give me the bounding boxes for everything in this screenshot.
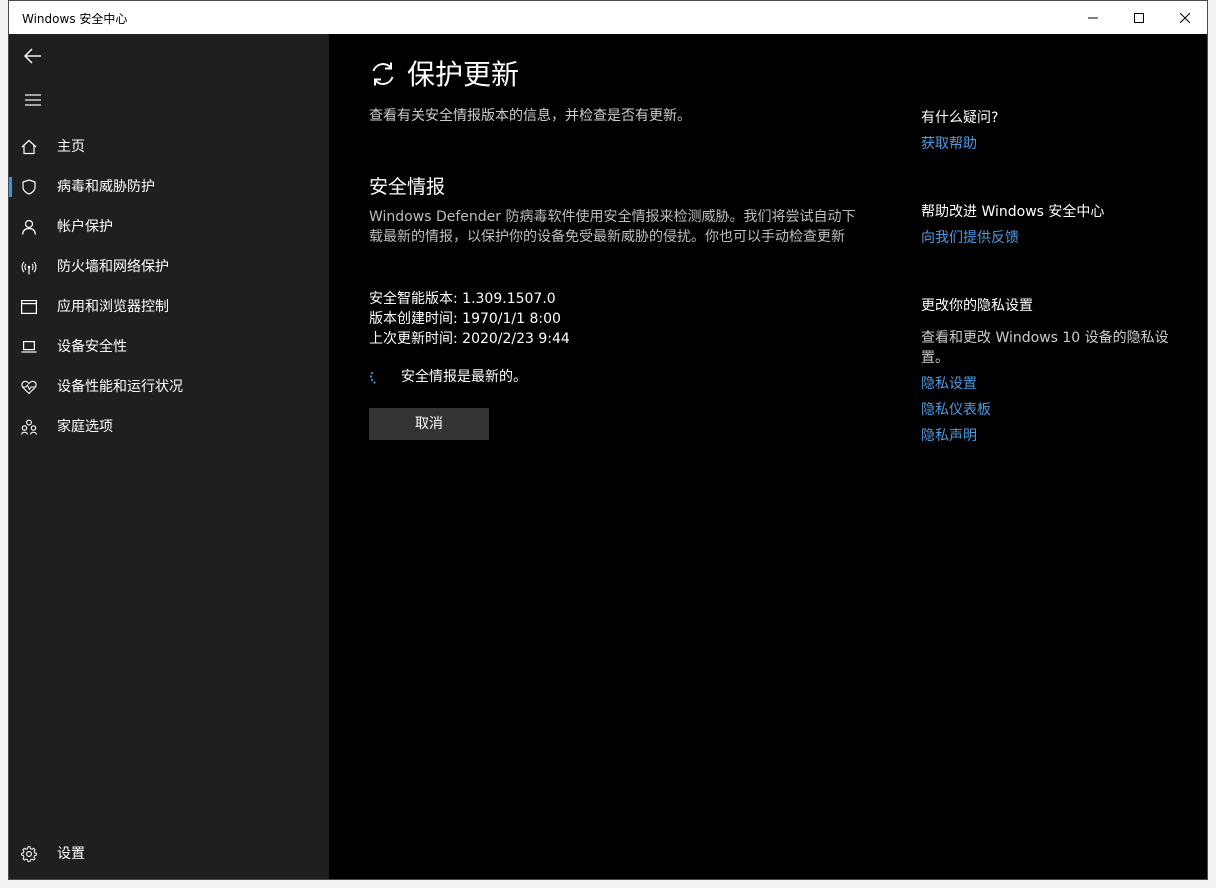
selected-indicator — [9, 177, 12, 197]
privacy-title: 更改你的隐私设置 — [921, 298, 1033, 314]
privacy-statement-link[interactable]: 隐私声明 — [921, 426, 977, 446]
feedback-link[interactable]: 向我们提供反馈 — [921, 228, 1019, 248]
window-title: Windows 安全中心 — [22, 12, 128, 26]
close-icon — [1180, 12, 1190, 23]
sidebar-item-account-protection[interactable]: 帐户保护 — [9, 207, 329, 247]
sidebar-item-label: 帐户保护 — [57, 219, 113, 235]
heart-pulse-icon — [21, 380, 37, 395]
page-title: 保护更新 — [407, 58, 520, 91]
sidebar-item-label: 病毒和威胁防护 — [57, 179, 155, 195]
sidebar-item-label: 设置 — [57, 846, 85, 862]
menu-button[interactable] — [13, 84, 53, 116]
loading-spinner-icon — [369, 371, 376, 384]
hamburger-icon — [25, 94, 41, 106]
privacy-dashboard-link[interactable]: 隐私仪表板 — [921, 400, 991, 420]
title-bar: Windows 安全中心 — [9, 1, 1207, 34]
intelligence-version: 安全智能版本: 1.309.1507.0 — [369, 291, 556, 307]
person-icon — [21, 219, 37, 235]
privacy-settings-link[interactable]: 隐私设置 — [921, 374, 977, 394]
sidebar-item-label: 主页 — [57, 139, 85, 155]
family-icon — [21, 419, 37, 435]
sidebar-item-label: 应用和浏览器控制 — [57, 299, 169, 315]
gear-icon — [21, 846, 37, 862]
sidebar-item-virus-protection[interactable]: 病毒和威胁防护 — [9, 167, 329, 207]
version-created-time: 版本创建时间: 1970/1/1 8:00 — [369, 311, 561, 327]
get-help-link[interactable]: 获取帮助 — [921, 134, 977, 154]
back-arrow-icon — [24, 48, 41, 64]
sidebar-item-home[interactable]: 主页 — [9, 127, 329, 167]
section-description: Windows Defender 防病毒软件使用安全情报来检测威胁。我们将尝试自… — [369, 209, 856, 245]
page-subtitle: 查看有关安全情报版本的信息，并检查是否有更新。 — [369, 108, 691, 124]
sidebar-item-device-security[interactable]: 设备安全性 — [9, 327, 329, 367]
sidebar-item-device-performance[interactable]: 设备性能和运行状况 — [9, 367, 329, 407]
wifi-icon — [21, 261, 37, 275]
home-icon — [21, 139, 37, 155]
app-window: Windows 安全中心 主页 病毒和威胁防护 帐户保护 防火墙和网络保护 应用… — [8, 0, 1208, 880]
refresh-icon — [372, 62, 394, 86]
sidebar-item-label: 防火墙和网络保护 — [57, 259, 169, 275]
main-content: 保护更新 查看有关安全情报版本的信息，并检查是否有更新。 安全情报 Window… — [329, 34, 1207, 879]
browser-icon — [21, 300, 37, 315]
sidebar-item-label: 设备性能和运行状况 — [57, 379, 183, 395]
shield-icon — [22, 179, 36, 195]
back-button[interactable] — [13, 40, 53, 72]
laptop-icon — [21, 340, 37, 353]
privacy-description: 查看和更改 Windows 10 设备的隐私设置。 — [921, 330, 1169, 366]
maximize-button[interactable] — [1116, 1, 1162, 34]
minimize-button[interactable] — [1070, 1, 1116, 34]
sidebar-item-label: 设备安全性 — [57, 339, 127, 355]
cancel-button[interactable]: 取消 — [369, 408, 489, 440]
last-update-time: 上次更新时间: 2020/2/23 9:44 — [369, 331, 570, 347]
minimize-icon — [1088, 17, 1098, 18]
sidebar-item-label: 家庭选项 — [57, 419, 113, 435]
sidebar-item-settings[interactable]: 设置 — [9, 834, 329, 874]
version-info: 安全智能版本: 1.309.1507.0 版本创建时间: 1970/1/1 8:… — [369, 289, 570, 349]
maximize-icon — [1134, 12, 1144, 23]
improve-title: 帮助改进 Windows 安全中心 — [921, 204, 1105, 220]
sidebar-item-app-browser-control[interactable]: 应用和浏览器控制 — [9, 287, 329, 327]
sidebar-item-firewall[interactable]: 防火墙和网络保护 — [9, 247, 329, 287]
questions-title: 有什么疑问? — [921, 110, 999, 126]
sidebar: 主页 病毒和威胁防护 帐户保护 防火墙和网络保护 应用和浏览器控制 设备安全性 … — [9, 34, 329, 879]
sidebar-item-family-options[interactable]: 家庭选项 — [9, 407, 329, 447]
section-title: 安全情报 — [369, 176, 446, 198]
close-button[interactable] — [1162, 1, 1207, 34]
status-text: 安全情报是最新的。 — [401, 369, 527, 385]
